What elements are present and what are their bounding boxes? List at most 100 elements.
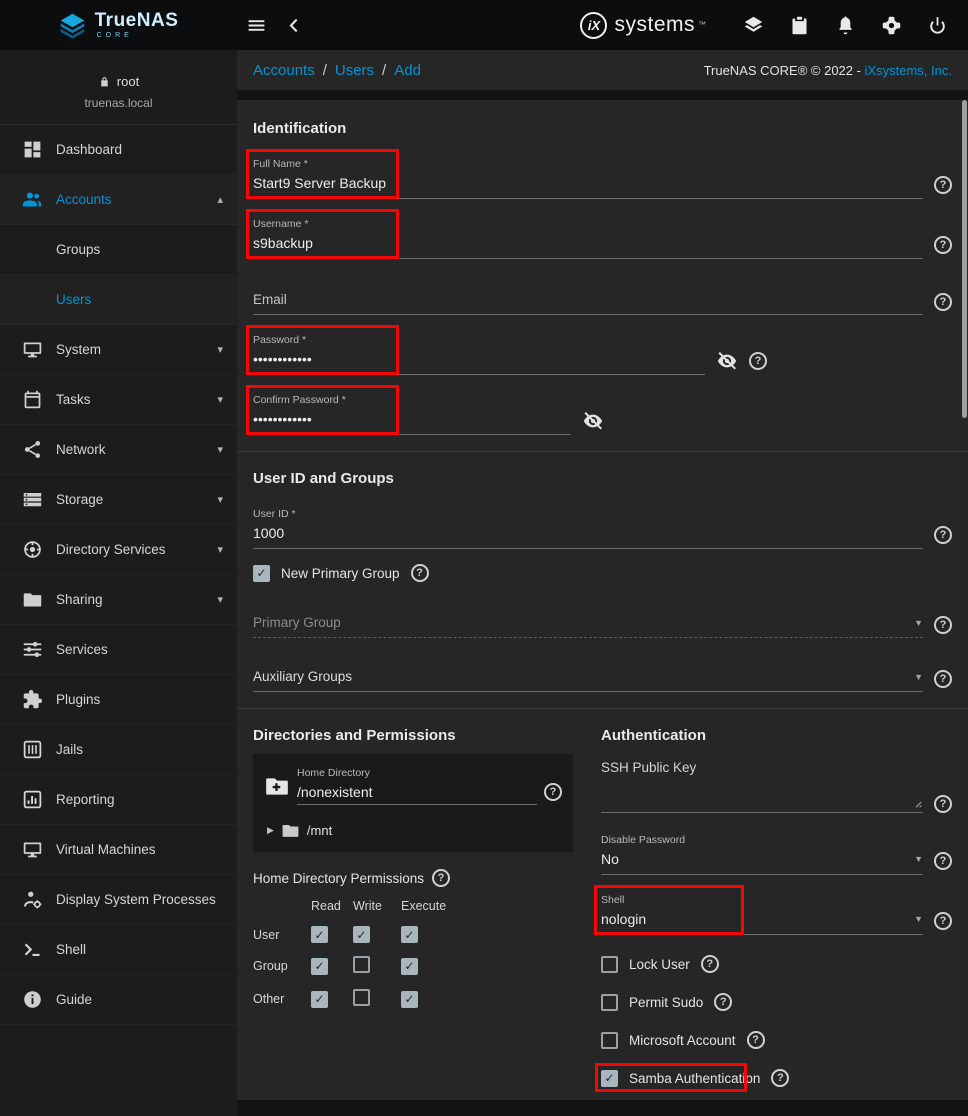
sidebar-item-services[interactable]: Services (0, 625, 237, 675)
tree-item-mnt[interactable]: /mnt (264, 821, 562, 840)
sidebar-item-users[interactable]: Users (0, 275, 237, 325)
permit-sudo-checkbox[interactable] (601, 994, 618, 1011)
power-button[interactable] (918, 6, 956, 44)
power-icon (927, 15, 948, 36)
sidebar-item-label: Sharing (56, 592, 103, 607)
other-write-checkbox[interactable] (353, 989, 370, 1006)
back-button[interactable] (275, 6, 313, 44)
sidebar-item-storage[interactable]: Storage (0, 475, 237, 525)
breadcrumb-add[interactable]: Add (394, 62, 421, 79)
sidebar-item-label: System (56, 342, 101, 357)
help-icon[interactable] (411, 564, 429, 582)
password-input[interactable]: •••••••••••• (253, 347, 705, 375)
microsoft-account-checkbox[interactable] (601, 1032, 618, 1049)
sidebar-item-label: Accounts (56, 192, 112, 207)
ixsystems-logo[interactable]: iX systems ™ (580, 12, 706, 39)
truenas-add-user-screen: TrueNAS CORE iX systems ™ root truenas.l (0, 0, 968, 1116)
help-icon[interactable] (934, 912, 952, 930)
confirm-password-input[interactable]: •••••••••••• (253, 407, 571, 435)
help-icon[interactable] (544, 783, 562, 801)
expand-arrow-icon[interactable] (267, 825, 274, 836)
help-icon[interactable] (934, 795, 952, 813)
confirm-password-label: Confirm Password * (253, 394, 952, 406)
home-directory-input[interactable]: /nonexistent (297, 780, 537, 805)
toggle-password-visibility-button[interactable] (716, 350, 738, 372)
lock-user-checkbox[interactable] (601, 956, 618, 973)
sidebar-item-reporting[interactable]: Reporting (0, 775, 237, 825)
help-icon[interactable] (714, 993, 732, 1011)
group-execute-checkbox[interactable] (401, 958, 418, 975)
truecommand-button[interactable] (734, 6, 772, 44)
help-icon[interactable] (771, 1069, 789, 1087)
help-icon[interactable] (934, 670, 952, 688)
home-directory-permissions-row: Home Directory Permissions (253, 869, 573, 887)
help-icon[interactable] (934, 526, 952, 544)
sidebar-item-display-system-processes[interactable]: Display System Processes (0, 875, 237, 925)
help-icon[interactable] (934, 852, 952, 870)
user-execute-checkbox[interactable] (401, 926, 418, 943)
tasks-manager-button[interactable] (780, 6, 818, 44)
menu-button[interactable] (237, 6, 275, 44)
help-icon[interactable] (934, 616, 952, 634)
chevron-up-icon (217, 193, 223, 206)
group-read-checkbox[interactable] (311, 958, 328, 975)
user-read-checkbox[interactable] (311, 926, 328, 943)
other-read-checkbox[interactable] (311, 991, 328, 1008)
sliders-icon (22, 639, 43, 660)
sidebar-item-label: Dashboard (56, 142, 122, 157)
resize-handle-icon[interactable] (909, 795, 923, 809)
breadcrumb-users[interactable]: Users (335, 62, 374, 79)
sidebar-item-sharing[interactable]: Sharing (0, 575, 237, 625)
breadcrumb-separator: / (382, 62, 386, 79)
email-input[interactable]: Email (253, 288, 923, 315)
sidebar-item-groups[interactable]: Groups (0, 225, 237, 275)
disable-password-select[interactable]: No (601, 847, 923, 875)
ssh-public-key-textarea[interactable] (601, 775, 923, 813)
sidebar-item-label: Display System Processes (56, 892, 216, 907)
help-icon[interactable] (747, 1031, 765, 1049)
help-icon[interactable] (701, 955, 719, 973)
folder-add-icon[interactable] (264, 773, 290, 799)
help-icon[interactable] (749, 352, 767, 370)
sidebar-item-dashboard[interactable]: Dashboard (0, 125, 237, 175)
user-id-input[interactable]: 1000 (253, 521, 923, 549)
truenas-logo[interactable]: TrueNAS CORE (0, 11, 237, 39)
sidebar-item-system[interactable]: System (0, 325, 237, 375)
help-icon[interactable] (934, 236, 952, 254)
scrollbar-thumb[interactable] (962, 100, 967, 418)
gear-icon (881, 15, 902, 36)
dashboard-icon (22, 139, 43, 160)
sidebar-item-guide[interactable]: Guide (0, 975, 237, 1025)
other-execute-checkbox[interactable] (401, 991, 418, 1008)
sidebar-item-plugins[interactable]: Plugins (0, 675, 237, 725)
breadcrumb-separator: / (323, 62, 327, 79)
shell-select[interactable]: nologin (601, 907, 923, 935)
permit-sudo-row: Permit Sudo (601, 993, 952, 1011)
info-icon (22, 989, 43, 1010)
full-name-input[interactable]: Start9 Server Backup (253, 171, 923, 199)
samba-authentication-checkbox[interactable] (601, 1070, 618, 1087)
sidebar-item-network[interactable]: Network (0, 425, 237, 475)
sidebar-item-tasks[interactable]: Tasks (0, 375, 237, 425)
group-write-checkbox[interactable] (353, 956, 370, 973)
home-directory-label: Home Directory (297, 767, 537, 779)
toggle-confirm-password-visibility-button[interactable] (582, 410, 604, 432)
sidebar-item-virtual-machines[interactable]: Virtual Machines (0, 825, 237, 875)
notifications-button[interactable] (826, 6, 864, 44)
user-write-checkbox[interactable] (353, 926, 370, 943)
help-icon[interactable] (432, 869, 450, 887)
breadcrumb-accounts[interactable]: Accounts (253, 62, 315, 79)
help-icon[interactable] (934, 176, 952, 194)
username-input[interactable]: s9backup (253, 231, 923, 259)
ixsystems-link[interactable]: iXsystems, Inc. (865, 63, 952, 78)
monitor-icon (22, 339, 43, 360)
dropdown-icon (914, 672, 923, 682)
sidebar-item-shell[interactable]: Shell (0, 925, 237, 975)
auxiliary-groups-select[interactable]: Auxiliary Groups (253, 665, 923, 692)
sidebar-item-jails[interactable]: Jails (0, 725, 237, 775)
new-primary-group-checkbox[interactable] (253, 565, 270, 582)
sidebar-item-accounts[interactable]: Accounts (0, 175, 237, 225)
settings-button[interactable] (872, 6, 910, 44)
help-icon[interactable] (934, 293, 952, 311)
sidebar-item-directory-services[interactable]: Directory Services (0, 525, 237, 575)
